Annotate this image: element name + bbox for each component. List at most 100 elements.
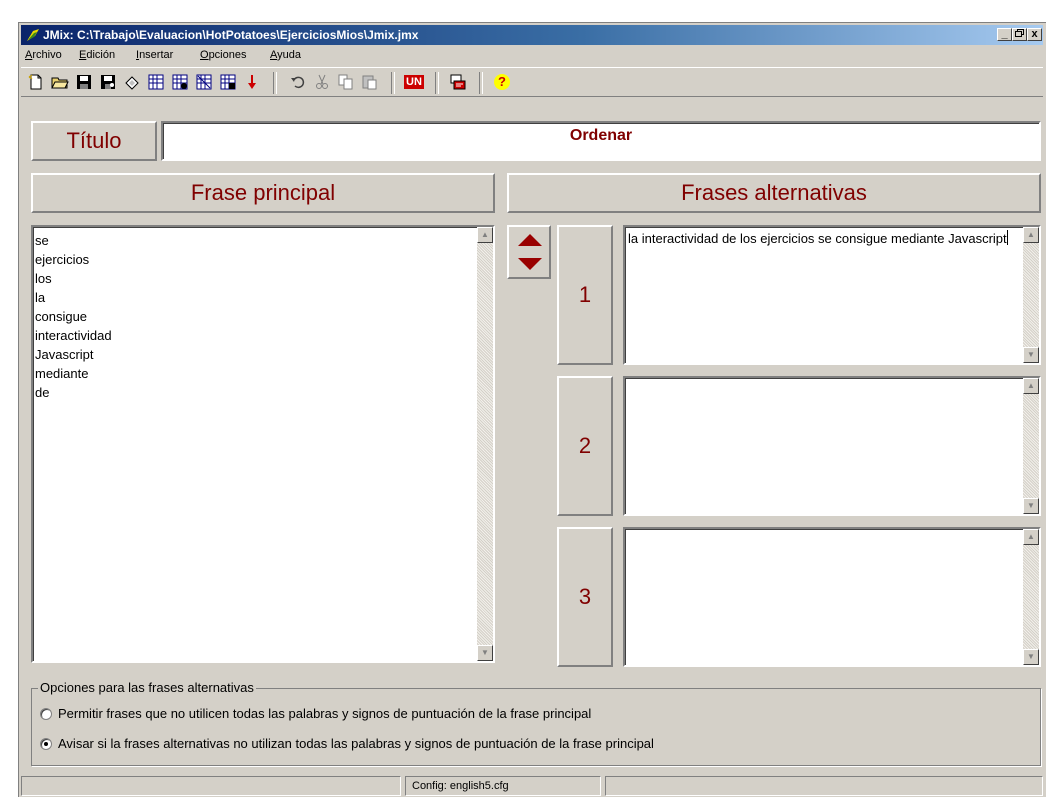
scroll-down-button[interactable]: ▼: [1023, 347, 1039, 363]
clear-button[interactable]: [121, 72, 143, 92]
export-web-4-icon: [220, 74, 236, 90]
main-sentence-scrollbar[interactable]: ▲ ▼: [477, 227, 493, 661]
drop-down-arrow-icon: [248, 75, 256, 89]
alternative-2-textarea[interactable]: ▲ ▼: [623, 376, 1041, 516]
save-as-icon: [101, 75, 115, 89]
alternative-1-text: la interactividad de los ejercicios se c…: [628, 231, 1007, 246]
word-line: consigue: [35, 309, 88, 324]
cut-button[interactable]: [311, 72, 333, 92]
scroll-up-button[interactable]: ▲: [1023, 529, 1039, 545]
options-group: Opciones para las frases alternativas Pe…: [31, 680, 1041, 766]
cut-icon: [316, 74, 328, 89]
radio-button[interactable]: [40, 737, 52, 750]
copy-button[interactable]: [335, 72, 357, 92]
toolbar-separator: [391, 72, 395, 94]
scroll-down-button[interactable]: ▼: [1023, 649, 1039, 665]
scroll-up-button[interactable]: ▲: [1023, 378, 1039, 394]
dropdown-arrow-button[interactable]: [241, 72, 263, 92]
word-line: mediante: [35, 366, 89, 381]
word-line: interactividad: [35, 328, 112, 343]
option-allow-partial-label: Permitir frases que no utilicen todas la…: [58, 706, 592, 721]
main-sentence-header-label: Frase principal: [190, 180, 336, 205]
title-label-button[interactable]: Título: [31, 121, 157, 161]
move-down-icon[interactable]: [517, 257, 543, 271]
restore-button[interactable]: [1012, 28, 1027, 41]
save-as-button[interactable]: [97, 72, 119, 92]
toolbar-separator: [273, 72, 277, 94]
reorder-arrows: [507, 225, 551, 279]
new-file-icon: [28, 74, 42, 90]
word-line: los: [35, 271, 52, 286]
scroll-down-button[interactable]: ▼: [477, 645, 493, 661]
help-button[interactable]: ?: [491, 72, 513, 92]
menu-ayuda-label: yuda: [277, 49, 301, 61]
menu-edicion-label: dición: [86, 49, 116, 61]
close-button[interactable]: x: [1027, 28, 1042, 41]
export-web-3-button[interactable]: [193, 72, 215, 92]
unicode-icon: UN: [404, 75, 424, 89]
word-line: ejercicios: [35, 252, 90, 267]
alternative-2-button[interactable]: 2: [557, 376, 613, 516]
title-label: Título: [66, 128, 122, 153]
scroll-up-button[interactable]: ▲: [477, 227, 493, 243]
paste-button[interactable]: [359, 72, 381, 92]
scroll-up-button[interactable]: ▲: [1023, 227, 1039, 243]
undo-button[interactable]: [287, 72, 309, 92]
title-value: Ordenar: [569, 127, 633, 144]
option-warn-partial[interactable]: Avisar si la frases alternativas no util…: [40, 736, 654, 751]
alternative-1-textarea[interactable]: la interactividad de los ejercicios se c…: [623, 225, 1041, 365]
help-icon: ?: [494, 74, 510, 90]
export-web-button[interactable]: [145, 72, 167, 92]
jmix-window: JMix: C:\Trabajo\Evaluacion\HotPotatoes\…: [18, 22, 1046, 797]
export-web-alt-icon: [172, 74, 188, 90]
undo-icon: [291, 76, 305, 89]
config-button[interactable]: [447, 72, 469, 92]
options-group-legend: Opciones para las frases alternativas: [38, 680, 256, 695]
status-panel-right: [605, 776, 1043, 796]
config-icon: [450, 74, 466, 90]
open-button[interactable]: [49, 72, 71, 92]
copy-icon: [338, 74, 353, 90]
alternative-2-number: 2: [578, 433, 592, 458]
status-panel-left: [21, 776, 401, 796]
unicode-button[interactable]: UN: [403, 72, 425, 92]
alternative-1-button[interactable]: 1: [557, 225, 613, 365]
toolbar-separator: [435, 72, 439, 94]
menu-archivo[interactable]: Archivo: [25, 49, 62, 61]
open-folder-icon: [51, 77, 69, 89]
status-bar: Config: english5.cfg: [19, 774, 1045, 797]
title-bar[interactable]: JMix: C:\Trabajo\Evaluacion\HotPotatoes\…: [21, 25, 1043, 45]
menu-ayuda[interactable]: Ayuda: [270, 49, 301, 61]
alternative-1-scrollbar[interactable]: ▲ ▼: [1023, 227, 1039, 363]
menu-opciones[interactable]: Opciones: [200, 49, 246, 61]
save-icon: [77, 75, 91, 89]
export-web-3-icon: [196, 74, 212, 90]
export-web-4-button[interactable]: [217, 72, 239, 92]
paste-icon: [362, 75, 377, 90]
menu-opciones-label: pciones: [208, 49, 247, 61]
alternatives-header: Frases alternativas: [507, 173, 1041, 213]
menu-insertar[interactable]: Insertar: [136, 49, 173, 61]
move-up-icon[interactable]: [517, 233, 543, 247]
save-button[interactable]: [73, 72, 95, 92]
menu-opciones-accel: O: [200, 49, 209, 61]
word-line: Javascript: [35, 347, 94, 362]
scroll-down-button[interactable]: ▼: [1023, 498, 1039, 514]
alternative-3-button[interactable]: 3: [557, 527, 613, 667]
new-file-button[interactable]: [25, 72, 47, 92]
menu-edicion[interactable]: Edición: [79, 49, 115, 61]
main-sentence-words: se ejercicios los la consigue interactividad J…: [33, 227, 493, 402]
window-title: JMix: C:\Trabajo\Evaluacion\HotPotatoes\…: [43, 28, 419, 42]
main-sentence-textarea[interactable]: se ejercicios los la consigue interactividad J…: [31, 225, 495, 663]
word-line: de: [35, 385, 50, 400]
alternative-3-scrollbar[interactable]: ▲ ▼: [1023, 529, 1039, 665]
alternative-2-scrollbar[interactable]: ▲ ▼: [1023, 378, 1039, 514]
export-web-alt-button[interactable]: [169, 72, 191, 92]
alternative-3-textarea[interactable]: ▲ ▼: [623, 527, 1041, 667]
eraser-icon: [125, 76, 139, 90]
option-allow-partial[interactable]: Permitir frases que no utilicen todas la…: [40, 706, 591, 721]
title-field[interactable]: Ordenar: [161, 121, 1041, 161]
minimize-button[interactable]: _: [997, 28, 1012, 41]
export-web-icon: [148, 74, 164, 90]
radio-button[interactable]: [40, 707, 52, 720]
